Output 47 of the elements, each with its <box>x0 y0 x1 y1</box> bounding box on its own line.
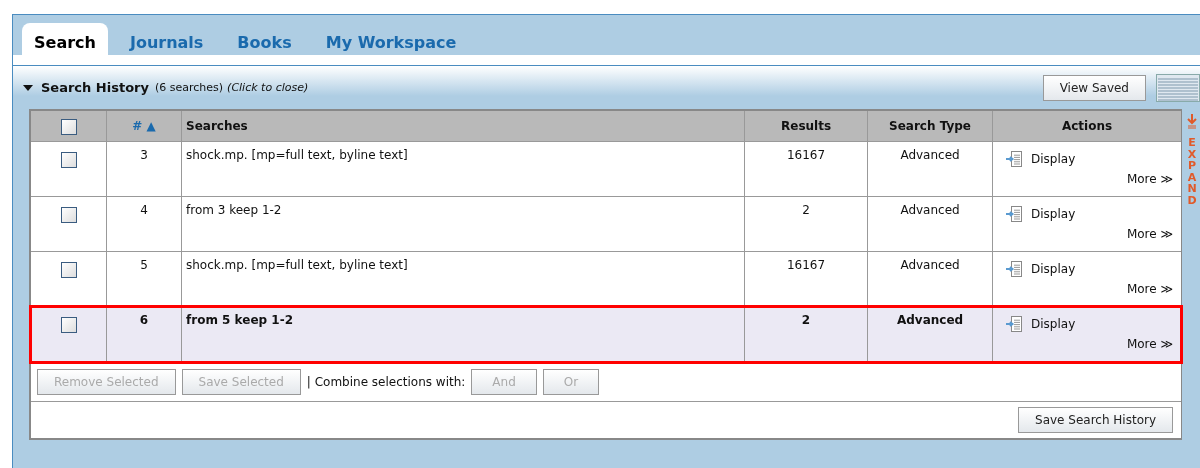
column-header: Actions <box>992 111 1182 142</box>
collapse-triangle-icon[interactable] <box>23 83 33 92</box>
display-link[interactable]: Display <box>1031 262 1076 276</box>
document-arrow-icon <box>1005 260 1024 278</box>
row-checkbox[interactable] <box>60 262 77 278</box>
document-arrow-icon <box>1005 315 1024 333</box>
table-cell: 4 <box>106 196 182 252</box>
table-cell: shock.mp. [mp=full text, byline text] <box>181 251 745 307</box>
table-cell: 16167 <box>744 251 868 307</box>
column-header: Search Type <box>867 111 993 142</box>
more-link[interactable]: More ≫ <box>1126 337 1174 351</box>
table-cell: Advanced <box>867 251 993 307</box>
download-arrow-icon <box>1187 113 1197 129</box>
document-arrow-icon <box>1005 205 1024 223</box>
more-link[interactable]: More ≫ <box>1126 282 1174 296</box>
row-checkbox[interactable] <box>60 207 77 223</box>
table-cell: shock.mp. [mp=full text, byline text] <box>181 141 745 197</box>
row-checkbox[interactable] <box>60 317 77 333</box>
nav-tab[interactable]: Search <box>22 23 108 55</box>
table-cell: Advanced <box>867 196 993 252</box>
expand-label: EXPAND <box>1186 137 1198 207</box>
view-saved-button[interactable]: View Saved <box>1042 74 1146 101</box>
column-header: Searches <box>181 111 745 142</box>
table-cell: Advanced <box>867 141 993 197</box>
table-cell: from 5 keep 1-2 <box>181 306 745 362</box>
table-cell: 2 <box>744 306 868 362</box>
table-cell: 6 <box>106 306 182 362</box>
table-cell: 3 <box>106 141 182 197</box>
search-count: (6 searches) <box>154 81 224 94</box>
more-link[interactable]: More ≫ <box>1126 227 1174 241</box>
display-link[interactable]: Display <box>1031 317 1076 331</box>
panel-title[interactable]: Search History <box>41 80 149 95</box>
save-history-button[interactable]: Save Search History <box>1018 406 1174 433</box>
select-all-checkbox[interactable] <box>60 118 77 135</box>
table-cell: 5 <box>106 251 182 307</box>
table-cell: 16167 <box>744 141 868 197</box>
table-cell: from 3 keep 1-2 <box>181 196 745 252</box>
column-header: Results <box>744 111 868 142</box>
table-cell: Advanced <box>867 306 993 362</box>
table-cell: 2 <box>744 196 868 252</box>
more-link[interactable]: More ≫ <box>1126 172 1174 186</box>
close-hint[interactable]: (Click to close) <box>227 81 309 94</box>
document-arrow-icon <box>1005 150 1024 168</box>
combine-label: | Combine selections with: <box>306 374 466 389</box>
row-checkbox[interactable] <box>60 152 77 168</box>
display-link[interactable]: Display <box>1031 207 1076 221</box>
display-link[interactable]: Display <box>1031 152 1076 166</box>
